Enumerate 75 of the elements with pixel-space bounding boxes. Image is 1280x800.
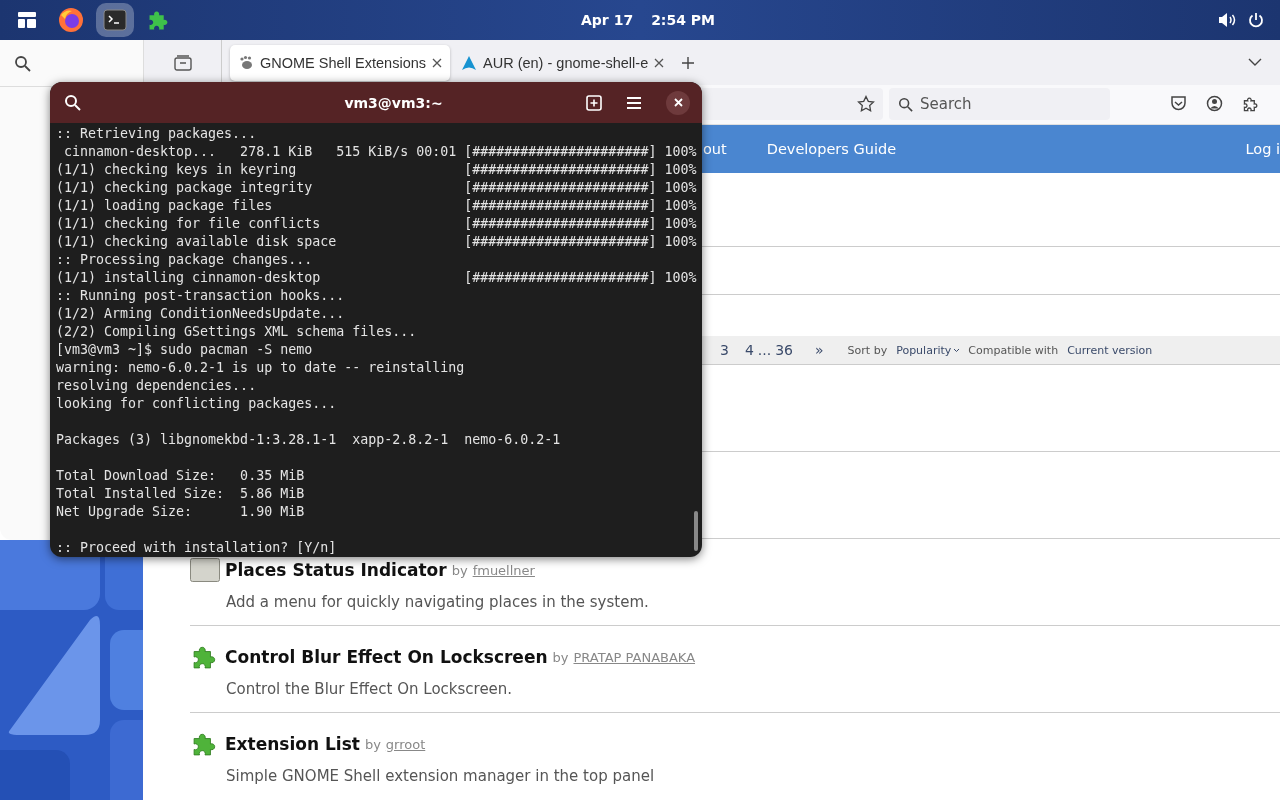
version-dropdown[interactable]: Current version <box>1067 343 1153 357</box>
sort-label: Sort by <box>847 343 888 357</box>
close-icon[interactable] <box>654 57 665 68</box>
sort-dropdown[interactable]: Popularity <box>896 343 961 357</box>
terminal-line: (1/1) checking available disk space [######################] 100% <box>56 233 697 251</box>
triangle-icon <box>461 54 477 71</box>
author-link[interactable]: PRATAP PANABAKA <box>573 649 696 665</box>
star-icon[interactable] <box>857 95 875 114</box>
menu-icon[interactable] <box>626 95 642 110</box>
nav-link[interactable]: Developers Guide <box>766 140 897 157</box>
by-label: by <box>364 736 381 752</box>
close-icon[interactable] <box>432 57 442 68</box>
extension-name[interactable]: Control Blur Effect On Lockscreen <box>225 647 548 667</box>
page-link[interactable]: 3 <box>720 342 729 358</box>
volume-icon[interactable] <box>1218 12 1236 28</box>
search-icon[interactable] <box>64 94 81 111</box>
search-icon <box>898 97 913 113</box>
date-label[interactable]: Apr 17 <box>581 12 634 28</box>
grid-icon <box>17 10 37 30</box>
shield-icon[interactable] <box>1170 95 1187 113</box>
terminal-line: Total Installed Size: 5.86 MiB <box>56 485 305 503</box>
search-icon[interactable] <box>14 54 31 72</box>
extension-name[interactable]: Places Status Indicator <box>225 560 447 580</box>
page-link[interactable]: 36 <box>775 342 794 358</box>
by-label: by <box>552 649 569 665</box>
terminal-icon <box>103 9 127 31</box>
nav-link[interactable]: Log i <box>1245 140 1280 157</box>
extension-description: Add a menu for quickly navigating places in the system. <box>226 593 650 611</box>
terminal-line: (1/1) loading package files [######################] 100% <box>56 197 697 215</box>
puzzle-icon[interactable] <box>1242 95 1260 114</box>
terminal-line: :: Proceed with installation? [Y/n] <box>56 539 337 557</box>
terminal-line: (1/1) checking package integrity [######################] 100% <box>56 179 697 197</box>
scrollbar-thumb[interactable] <box>694 511 698 551</box>
window-title: vm3@vm3:~ <box>343 94 444 111</box>
power-icon[interactable] <box>1248 12 1264 28</box>
terminal-line: cinnamon-desktop... 278.1 KiB 515 KiB/s 00:01 [######################] 100% <box>63 143 697 161</box>
nav-link[interactable]: out <box>703 140 727 157</box>
terminal-line: warning: nemo-6.0.2-1 is up to date -- reinstalling <box>56 359 465 377</box>
page-link[interactable]: 4 <box>744 342 754 358</box>
terminal-line: Total Download Size: 0.35 MiB <box>56 467 305 485</box>
extension-description: Simple GNOME Shell extension manager in the top panel <box>226 767 656 785</box>
ellipsis-label: ... <box>757 342 772 358</box>
terminal-line: resolving dependencies... <box>56 377 257 395</box>
time-label[interactable]: 2:54 PM <box>651 12 715 28</box>
compatibility-label: Compatible with <box>968 343 1059 357</box>
next-page-link[interactable]: » <box>815 342 824 358</box>
author-link[interactable]: grroot <box>385 736 426 752</box>
extension-name[interactable]: Extension List <box>225 734 360 754</box>
browser-tab[interactable]: GNOME Shell Extensions <box>230 44 450 81</box>
terminal-line: (1/2) Arming ConditionNeedsUpdate... <box>56 305 345 323</box>
extension-description: Control the Blur Effect On Lockscreen. <box>226 680 514 698</box>
terminal-line: (2/2) Compiling GSettings XML schema files... <box>56 323 417 341</box>
close-button[interactable] <box>666 90 690 115</box>
search-field[interactable]: Search <box>889 88 1110 121</box>
terminal-line: :: Retrieving packages... <box>56 125 257 143</box>
placeholder-icon <box>190 558 220 582</box>
paw-icon <box>238 54 254 71</box>
terminal-line: Net Upgrade Size: 1.90 MiB <box>56 503 305 521</box>
caret-icon <box>953 347 961 353</box>
by-label: by <box>451 562 468 578</box>
terminal-line: :: Processing package changes... <box>56 251 313 269</box>
account-icon[interactable] <box>1206 95 1223 113</box>
close-icon <box>673 98 683 107</box>
terminal-line: looking for conflicting packages... <box>56 395 337 413</box>
terminal-line: (1/1) checking keys in keyring [######################] 100% <box>56 161 697 179</box>
terminal-line: (1/1) checking for file conflicts [######################] 100% <box>56 215 697 233</box>
author-link[interactable]: fmuellner <box>472 562 535 578</box>
terminal-line: (1/1) installing cinnamon-desktop [######################] 100% <box>56 269 697 287</box>
chevron-icon[interactable] <box>1248 58 1262 67</box>
terminal-line: Packages (3) libgnomekbd-1:3.28.1-1 xapp-2.8.2-1 nemo-6.0.2-1 <box>56 431 561 449</box>
tray-icon[interactable] <box>173 54 192 71</box>
terminal-line: [vm3@vm3 ~]$ sudo pacman -S nemo <box>56 341 313 359</box>
browser-tab[interactable]: AUR (en) - gnome-shell-e <box>453 44 673 81</box>
terminal-line: :: Running post-transaction hooks... <box>56 287 345 305</box>
browser-icon <box>58 7 84 33</box>
